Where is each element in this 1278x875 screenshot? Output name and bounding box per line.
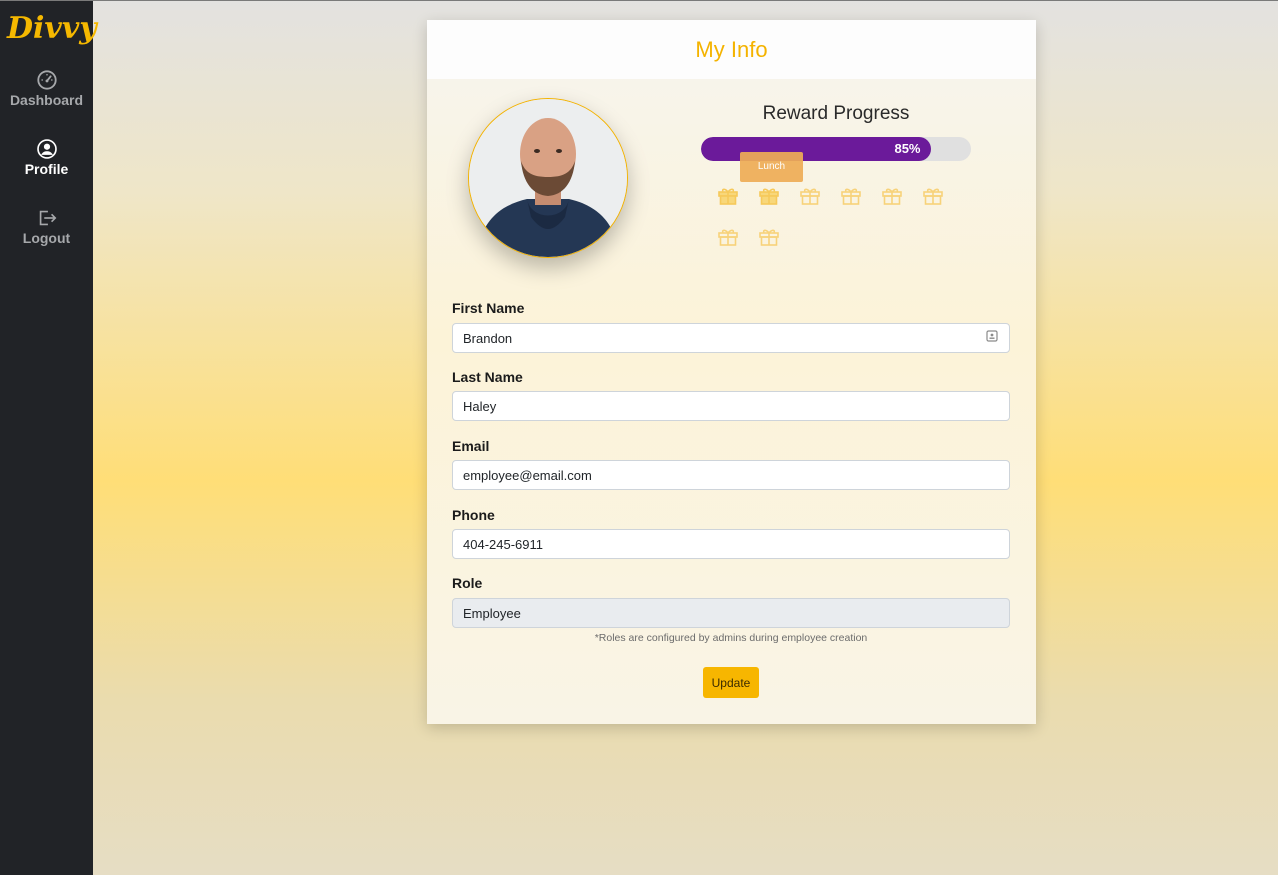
gift-icon[interactable]: [798, 183, 822, 207]
profile-card: My Info Reward Progress 85% Lunch First …: [427, 20, 1036, 724]
gift-icon[interactable]: [716, 224, 740, 248]
gift-icon[interactable]: [757, 183, 781, 207]
reward-tooltip: Lunch: [740, 152, 803, 182]
sidebar-item-profile[interactable]: Profile: [0, 138, 93, 177]
role-label: Role: [452, 575, 483, 591]
avatar-photo: [469, 99, 627, 257]
card-header: My Info: [427, 20, 1036, 79]
window-top-border: [0, 0, 1278, 1]
avatar: [468, 98, 628, 258]
gift-icon[interactable]: [716, 183, 740, 207]
app-logo[interactable]: Divvy: [7, 11, 97, 46]
gift-icon[interactable]: [921, 183, 945, 207]
autofill-contact-icon[interactable]: [986, 330, 998, 342]
first-name-field[interactable]: [452, 323, 1010, 353]
email-label: Email: [452, 438, 490, 454]
sidebar-item-label: Logout: [22, 230, 71, 246]
sidebar-item-dashboard[interactable]: Dashboard: [0, 69, 93, 108]
role-note: *Roles are configured by admins during e…: [594, 632, 868, 644]
role-field: [452, 598, 1010, 628]
last-name-label: Last Name: [452, 369, 523, 385]
gift-icon[interactable]: [880, 183, 904, 207]
sidebar-item-logout[interactable]: Logout: [0, 207, 93, 246]
update-button[interactable]: Update: [703, 667, 759, 698]
page-title: My Info: [695, 37, 768, 62]
logout-icon: [39, 210, 56, 226]
reward-progress-fill: 85%: [701, 137, 931, 161]
sidebar-item-label: Dashboard: [9, 92, 84, 108]
dashboard-gauge-icon: [36, 70, 57, 90]
reward-progress-label: 85%: [894, 141, 921, 156]
last-name-field[interactable]: [452, 391, 1010, 421]
phone-field[interactable]: [452, 529, 1010, 559]
sidebar-item-label: Profile: [24, 161, 69, 177]
user-circle-icon: [36, 139, 57, 159]
sidebar: Divvy Dashboard Profile Logout: [0, 1, 97, 875]
first-name-label: First Name: [452, 300, 525, 316]
phone-label: Phone: [452, 507, 495, 523]
gift-icon[interactable]: [839, 183, 863, 207]
gift-icon[interactable]: [757, 224, 781, 248]
reward-progress-title: Reward Progress: [762, 103, 910, 124]
email-field[interactable]: [452, 460, 1010, 490]
